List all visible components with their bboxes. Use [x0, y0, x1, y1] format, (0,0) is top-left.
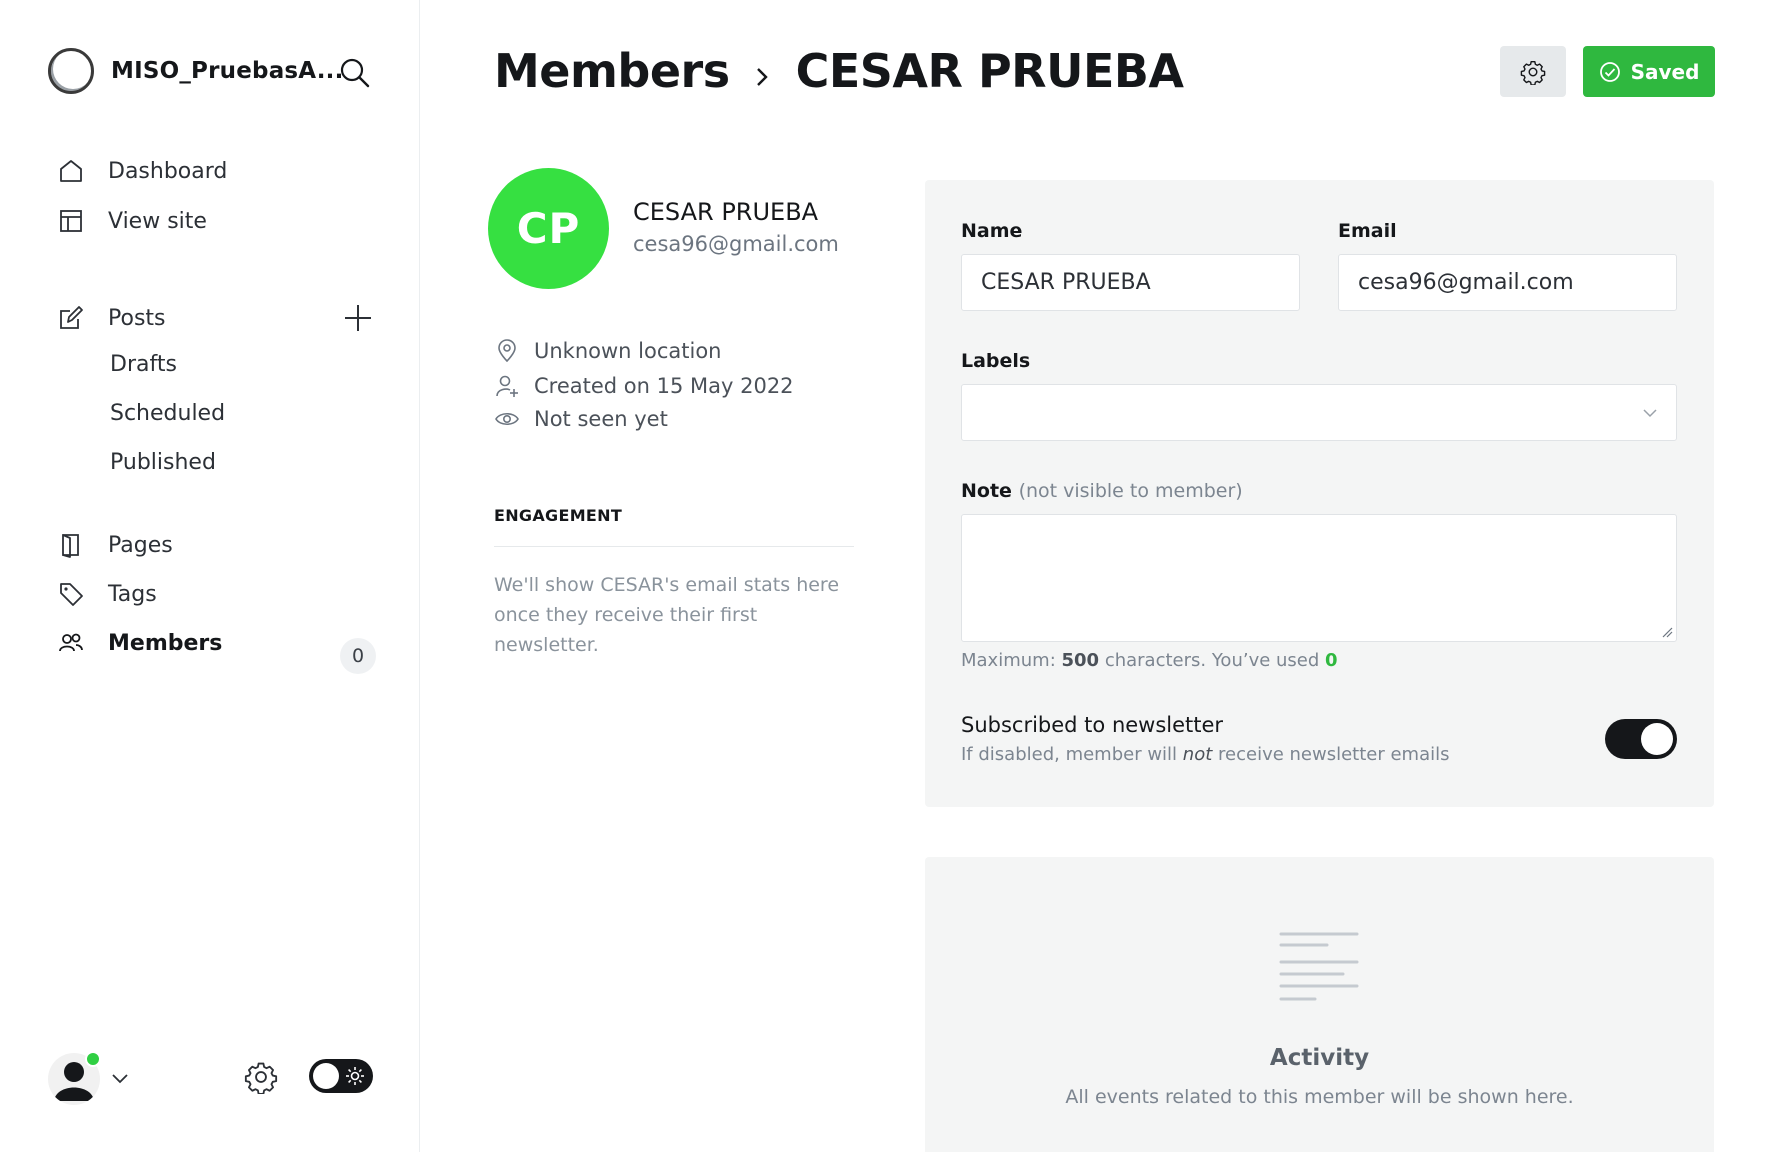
sidebar-item-dashboard[interactable]: Dashboard — [56, 151, 376, 191]
member-form-card: Name CESAR PRUEBA Email cesa96@gmail.com… — [925, 180, 1714, 807]
activity-list-icon — [1279, 932, 1359, 1001]
page-icon — [56, 530, 86, 560]
name-label: Name — [961, 220, 1023, 242]
sidebar-item-drafts[interactable]: Drafts — [110, 344, 177, 384]
page-title: CESAR PRUEBA — [795, 44, 1184, 98]
counter-used: 0 — [1325, 650, 1338, 671]
sidebar-item-label: Posts — [108, 305, 166, 331]
note-label-text: Note — [961, 480, 1012, 502]
labels-select[interactable] — [961, 384, 1677, 441]
members-count-badge: 0 — [340, 638, 376, 674]
newsletter-desc-em: not — [1182, 744, 1213, 765]
member-location: Unknown location — [494, 336, 721, 366]
newsletter-toggle[interactable] — [1605, 719, 1677, 759]
save-button[interactable]: Saved — [1583, 46, 1715, 97]
check-circle-icon — [1599, 61, 1620, 82]
layout-icon — [56, 206, 86, 236]
gear-icon — [1520, 60, 1546, 85]
breadcrumb: Members CESAR PRUEBA — [494, 44, 1184, 98]
email-label: Email — [1338, 220, 1397, 242]
save-button-label: Saved — [1630, 59, 1700, 84]
sidebar-item-view-site[interactable]: View site — [56, 201, 376, 241]
counter-mid: characters. You’ve used — [1104, 650, 1320, 671]
member-created-text: Created on 15 May 2022 — [534, 374, 794, 398]
counter-prefix: Maximum: — [961, 650, 1056, 671]
sidebar-item-posts[interactable]: Posts — [56, 298, 376, 338]
note-textarea[interactable] — [961, 514, 1677, 642]
member-location-text: Unknown location — [534, 339, 722, 363]
newsletter-title: Subscribed to newsletter — [961, 713, 1224, 737]
note-hint: (not visible to member) — [1018, 480, 1243, 502]
note-char-counter: Maximum: 500 characters. You’ve used 0 — [961, 650, 1338, 671]
tag-icon — [56, 579, 86, 609]
divider — [494, 546, 854, 547]
new-post-plus-icon[interactable] — [342, 302, 374, 334]
activity-card: Activity All events related to this memb… — [925, 857, 1714, 1152]
breadcrumb-members-link[interactable]: Members — [494, 44, 730, 98]
sidebar-item-pages[interactable]: Pages — [56, 525, 376, 565]
search-icon[interactable] — [338, 56, 372, 90]
sidebar-item-label: View site — [108, 208, 207, 234]
member-email: cesa96@gmail.com — [633, 232, 839, 256]
engagement-heading: ENGAGEMENT — [494, 506, 623, 525]
newsletter-desc-before: If disabled, member will — [961, 744, 1178, 765]
sun-icon — [346, 1067, 364, 1085]
member-name: CESAR PRUEBA — [633, 198, 819, 226]
sidebar-item-label: Dashboard — [108, 158, 228, 184]
user-add-icon — [494, 373, 520, 399]
member-settings-button[interactable] — [1500, 46, 1566, 97]
theme-toggle[interactable] — [309, 1059, 373, 1093]
member-avatar: CP — [488, 168, 609, 289]
engagement-empty-text: We'll show CESAR's email stats here once… — [494, 574, 840, 656]
gear-icon[interactable] — [244, 1060, 278, 1095]
chevron-down-icon[interactable] — [110, 1068, 130, 1088]
newsletter-description: If disabled, member will not receive new… — [961, 744, 1450, 765]
member-last-seen: Not seen yet — [494, 404, 668, 434]
sidebar-item-scheduled[interactable]: Scheduled — [110, 393, 225, 433]
newsletter-desc-after: receive newsletter emails — [1218, 744, 1450, 765]
activity-empty-text: All events related to this member will b… — [1065, 1086, 1574, 1108]
chevron-right-icon — [756, 68, 768, 86]
member-created: Created on 15 May 2022 — [494, 371, 794, 401]
members-icon — [56, 628, 86, 658]
sidebar-item-published[interactable]: Published — [110, 442, 216, 482]
sidebar-item-label: Members — [108, 630, 223, 656]
site-name: MISO_PruebasA... — [111, 58, 344, 84]
email-field[interactable]: cesa96@gmail.com — [1338, 254, 1677, 311]
chevron-down-icon — [1643, 409, 1657, 418]
home-icon — [56, 156, 86, 186]
sidebar-item-members[interactable]: Members — [56, 623, 376, 663]
location-pin-icon — [494, 338, 520, 364]
activity-heading: Activity — [1269, 1045, 1370, 1071]
member-last-seen-text: Not seen yet — [534, 407, 668, 431]
sidebar-item-label: Pages — [108, 532, 173, 558]
eye-icon — [494, 406, 520, 432]
labels-label: Labels — [961, 350, 1031, 372]
edit-icon — [56, 303, 86, 333]
brand[interactable]: MISO_PruebasA... — [48, 48, 344, 94]
toggle-knob — [313, 1063, 339, 1089]
note-label: Note (not visible to member) — [961, 480, 1243, 502]
sidebar: MISO_PruebasA... Dashboard View site Pos… — [0, 0, 420, 1152]
site-logo — [48, 48, 94, 94]
name-field[interactable]: CESAR PRUEBA — [961, 254, 1300, 311]
sidebar-item-label: Tags — [108, 581, 157, 607]
toggle-knob — [1641, 723, 1673, 755]
counter-max: 500 — [1061, 650, 1100, 671]
sidebar-item-tags[interactable]: Tags — [56, 574, 376, 614]
resize-handle-icon[interactable] — [1661, 626, 1673, 638]
online-status-dot — [85, 1051, 101, 1067]
